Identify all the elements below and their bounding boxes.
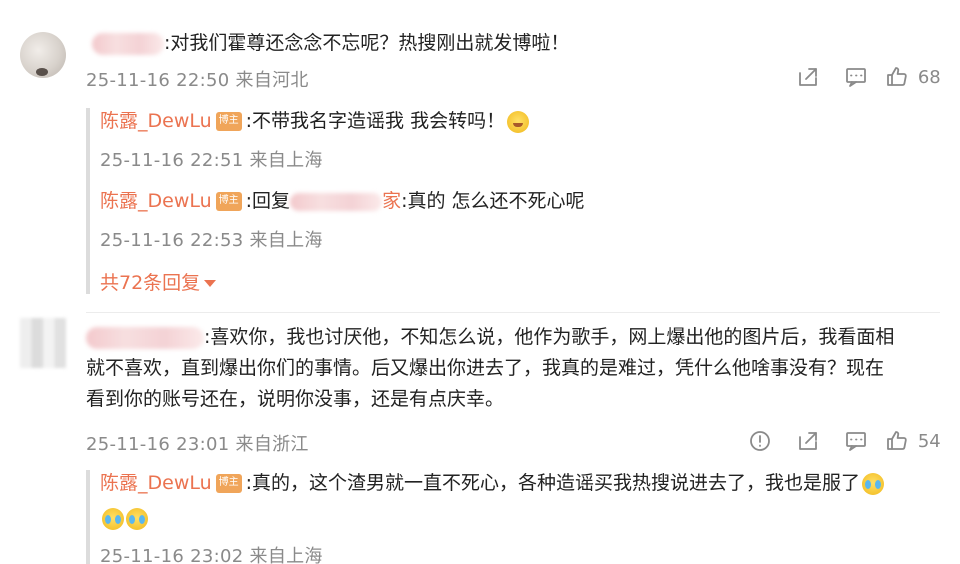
mention-tail[interactable]: 家 bbox=[382, 190, 401, 212]
reply-username[interactable]: 陈露_DewLu bbox=[100, 110, 212, 132]
reply-2: 陈露_DewLu 博主:回复 家:真的 怎么还不死心呢 bbox=[100, 188, 585, 215]
reply-body: :真的，这个渣男就一直不死心，各种造谣买我热搜说进去了，我也是服了 bbox=[245, 472, 861, 494]
comment-divider bbox=[86, 312, 940, 313]
report-button[interactable] bbox=[736, 426, 784, 456]
reply-1: 陈露_DewLu 博主:不带我名字造谣我 我会转吗！ bbox=[100, 108, 530, 135]
reply-thread-line bbox=[86, 470, 90, 564]
reply-meta: 25-11-16 22:53 来自上海 bbox=[100, 230, 323, 251]
reply-3: 陈露_DewLu 博主:真的，这个渣男就一直不死心，各种造谣买我热搜说进去了，我也… bbox=[100, 470, 946, 497]
reply-button[interactable] bbox=[832, 426, 880, 456]
blogger-badge: 博主 bbox=[215, 474, 242, 493]
comment-body: :对我们霍尊还念念不忘呢？热搜刚出就发博啦！ bbox=[164, 32, 570, 54]
blurred-mention[interactable] bbox=[290, 192, 383, 211]
reply-username[interactable]: 陈露_DewLu bbox=[100, 472, 212, 494]
comment-icon bbox=[846, 68, 866, 87]
more-replies-link[interactable]: 共72条回复 bbox=[100, 268, 217, 295]
comment-text: :对我们霍尊还念念不忘呢？热搜刚出就发博啦！ bbox=[92, 30, 569, 57]
reply-username[interactable]: 陈露_DewLu bbox=[100, 190, 212, 212]
comment-text: :喜欢你，我也讨厌他，不知怎么说，他作为歌手，网上爆出他的图片后，我看面相 就不… bbox=[86, 324, 946, 413]
reply-prefix: :回复 bbox=[245, 190, 291, 212]
caret-down-icon bbox=[204, 280, 217, 287]
comment-body-line3: 看到你的账号还在，说明你没事，还是有点庆幸。 bbox=[86, 388, 505, 410]
laugh-cry-emoji bbox=[102, 508, 124, 530]
comment-meta: 25-11-16 22:50 来自河北 bbox=[86, 70, 309, 91]
reply-meta: 25-11-16 23:02 来自上海 bbox=[100, 546, 323, 564]
comment-body-line2: 就不喜欢，直到爆出你们的事情。后又爆出你进去了，我真的是难过，凭什么他啥事没有？… bbox=[86, 357, 885, 379]
comment-actions: 68 bbox=[784, 62, 946, 92]
blurred-username[interactable] bbox=[86, 326, 204, 349]
like-icon bbox=[887, 431, 907, 450]
report-icon bbox=[750, 431, 770, 451]
share-icon bbox=[799, 68, 817, 86]
share-icon bbox=[799, 432, 817, 450]
share-button[interactable] bbox=[784, 62, 832, 92]
emoji-row bbox=[100, 508, 148, 530]
comment-body-line1: :喜欢你，我也讨厌他，不知怎么说，他作为歌手，网上爆出他的图片后，我看面相 bbox=[204, 326, 895, 348]
reply-thread-line bbox=[86, 108, 90, 294]
reply-body: :不带我名字造谣我 我会转吗！ bbox=[245, 110, 506, 132]
like-count: 54 bbox=[917, 430, 941, 452]
laugh-cry-emoji bbox=[126, 508, 148, 530]
comment-meta: 25-11-16 23:01 来自浙江 bbox=[86, 434, 309, 455]
like-button[interactable]: 54 bbox=[880, 426, 946, 456]
like-icon bbox=[887, 67, 907, 86]
blurred-username[interactable] bbox=[92, 32, 164, 55]
laugh-cry-emoji bbox=[862, 472, 885, 495]
blogger-badge: 博主 bbox=[215, 112, 242, 131]
share-button[interactable] bbox=[784, 426, 832, 456]
blogger-badge: 博主 bbox=[215, 192, 242, 211]
more-replies-label: 共72条回复 bbox=[100, 272, 201, 294]
like-button[interactable]: 68 bbox=[880, 62, 946, 92]
reply-meta: 25-11-16 22:51 来自上海 bbox=[100, 150, 323, 171]
commenter-avatar[interactable] bbox=[20, 318, 66, 368]
comment-actions: 54 bbox=[736, 426, 946, 456]
reply-button[interactable] bbox=[832, 62, 880, 92]
smirk-emoji bbox=[507, 110, 530, 133]
reply-body: :真的 怎么还不死心呢 bbox=[401, 190, 585, 212]
commenter-avatar[interactable] bbox=[20, 32, 66, 78]
like-count: 68 bbox=[917, 66, 941, 88]
comment-icon bbox=[846, 432, 866, 451]
